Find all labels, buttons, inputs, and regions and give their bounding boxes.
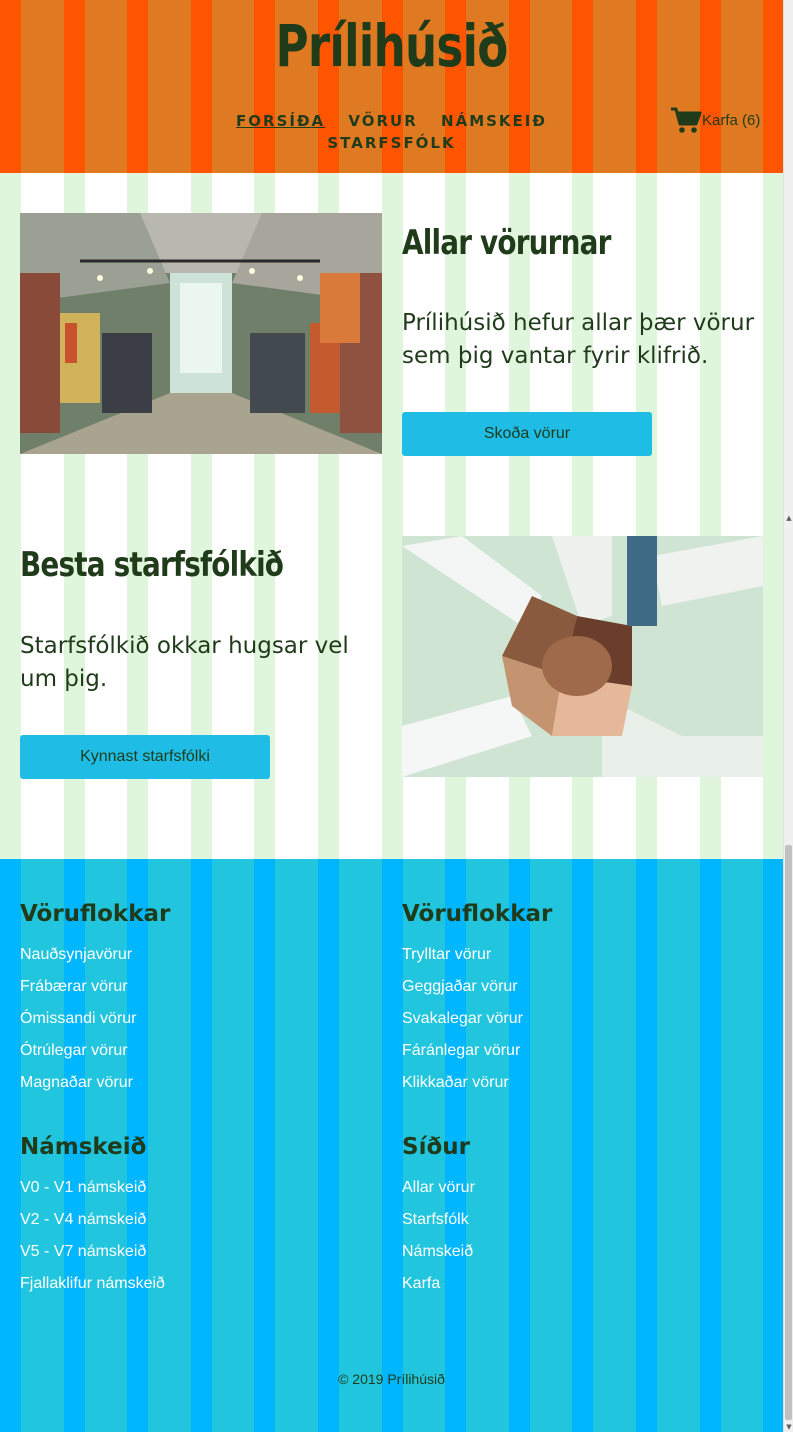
grid-stripe bbox=[0, 859, 21, 1432]
footer-column-pages: Síður Allar vörur Starfsfólk Námskeið Ka… bbox=[402, 1134, 475, 1300]
feature-title-products: Allar vörurnar bbox=[402, 223, 611, 263]
footer-heading: Námskeið bbox=[20, 1134, 147, 1160]
grid-stripe bbox=[763, 859, 783, 1432]
footer-link[interactable]: V0 - V1 námskeið bbox=[20, 1172, 165, 1204]
footer-link[interactable]: Nauðsynjavörur bbox=[20, 939, 170, 971]
nav-link-starfsfolk[interactable]: STARFSFÓLK bbox=[327, 134, 455, 152]
footer-link[interactable]: Magnaðar vörur bbox=[20, 1067, 170, 1099]
main-nav: FORSÍÐA VÖRUR NÁMSKEIÐ STARFSFÓLK bbox=[220, 110, 563, 154]
footer-column-product-categories-1: Vöruflokkar Nauðsynjavörur Frábærar vöru… bbox=[20, 901, 170, 1099]
grid-stripe bbox=[0, 0, 21, 173]
copyright-text: © 2019 Prílihúsið bbox=[338, 1371, 445, 1387]
scrollbar-thumb[interactable] bbox=[785, 845, 792, 1420]
footer-link[interactable]: Ótrúlegar vörur bbox=[20, 1035, 170, 1067]
grid-stripe bbox=[318, 859, 339, 1432]
site-footer: Vöruflokkar Nauðsynjavörur Frábærar vöru… bbox=[0, 859, 783, 1432]
footer-column-product-categories-2: Vöruflokkar Trylltar vörur Geggjaðar vör… bbox=[402, 901, 552, 1099]
grid-stripe bbox=[190, 859, 212, 1432]
grid-stripe bbox=[381, 859, 403, 1432]
scroll-down-arrow-icon[interactable]: ▼ bbox=[784, 1422, 793, 1432]
feature-title-staff: Besta starfsfólkið bbox=[20, 545, 284, 585]
scroll-up-arrow-icon[interactable]: ▲ bbox=[784, 513, 793, 523]
shopping-cart-icon bbox=[671, 107, 702, 133]
grid-stripe bbox=[381, 173, 403, 859]
footer-link[interactable]: Klikkaðar vörur bbox=[402, 1067, 552, 1099]
site-title[interactable]: Prílihúsið bbox=[86, 12, 697, 80]
footer-link[interactable]: Fáránlegar vörur bbox=[402, 1035, 552, 1067]
meet-staff-button[interactable]: Kynnast starfsfólki bbox=[20, 735, 270, 779]
footer-link[interactable]: V2 - V4 námskeið bbox=[20, 1204, 165, 1236]
view-products-button[interactable]: Skoða vörur bbox=[402, 412, 652, 456]
vertical-scrollbar[interactable]: ▲ ▼ bbox=[783, 0, 793, 1432]
grid-stripe bbox=[699, 859, 721, 1432]
footer-link[interactable]: Svakalegar vörur bbox=[402, 1003, 552, 1035]
footer-column-courses: Námskeið V0 - V1 námskeið V2 - V4 námske… bbox=[20, 1134, 165, 1300]
nav-link-namskeid[interactable]: NÁMSKEIÐ bbox=[441, 112, 547, 130]
footer-link[interactable]: Frábærar vörur bbox=[20, 971, 170, 1003]
grid-stripe bbox=[572, 859, 594, 1432]
feature-text-staff: Starfsfólkið okkar hugsar vel um þig. bbox=[20, 633, 349, 692]
footer-link[interactable]: Ómissandi vörur bbox=[20, 1003, 170, 1035]
grid-stripe bbox=[763, 173, 783, 859]
footer-link[interactable]: V5 - V7 námskeið bbox=[20, 1236, 165, 1268]
feature-text-products: Prílihúsið hefur allar þær vörur sem þig… bbox=[402, 310, 755, 369]
grid-stripe bbox=[763, 0, 783, 173]
grid-stripe bbox=[0, 173, 21, 859]
footer-link[interactable]: Námskeið bbox=[402, 1236, 475, 1268]
footer-heading: Vöruflokkar bbox=[402, 901, 553, 927]
footer-link[interactable]: Trylltar vörur bbox=[402, 939, 552, 971]
joined-hands-photo bbox=[402, 536, 763, 777]
footer-link[interactable]: Allar vörur bbox=[402, 1172, 475, 1204]
site-header: Prílihúsið FORSÍÐA VÖRUR NÁMSKEIÐ STARFS… bbox=[0, 0, 783, 173]
nav-link-vorur[interactable]: VÖRUR bbox=[348, 112, 417, 130]
store-interior-photo bbox=[20, 213, 382, 454]
footer-link[interactable]: Geggjaðar vörur bbox=[402, 971, 552, 1003]
grid-stripe bbox=[699, 0, 721, 173]
footer-link[interactable]: Fjallaklifur námskeið bbox=[20, 1268, 165, 1300]
grid-stripe bbox=[63, 0, 85, 173]
page: Prílihúsið FORSÍÐA VÖRUR NÁMSKEIÐ STARFS… bbox=[0, 0, 783, 1432]
grid-stripe bbox=[254, 859, 276, 1432]
footer-heading: Síður bbox=[402, 1134, 470, 1160]
grid-stripe bbox=[636, 859, 657, 1432]
cart-label: Karfa (6) bbox=[702, 111, 761, 129]
footer-link[interactable]: Karfa bbox=[402, 1268, 475, 1300]
main-content: Allar vörurnar Prílihúsið hefur allar þæ… bbox=[0, 173, 783, 859]
footer-heading: Vöruflokkar bbox=[20, 901, 171, 927]
footer-link[interactable]: Starfsfólk bbox=[402, 1204, 475, 1236]
cart-link[interactable]: Karfa (6) bbox=[670, 106, 760, 134]
nav-link-forsida[interactable]: FORSÍÐA bbox=[236, 112, 325, 130]
